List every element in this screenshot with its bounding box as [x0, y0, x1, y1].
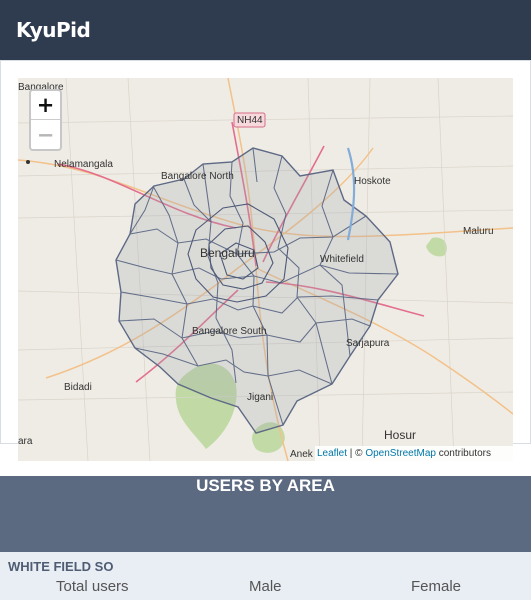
map-label-nelamangala: Nelamangala — [54, 159, 113, 170]
total-users-label: Total users — [56, 578, 129, 595]
app-title: KyuPid — [16, 18, 91, 42]
map-label-bidadi: Bidadi — [64, 382, 92, 393]
map-label-maluru: Maluru — [463, 226, 494, 237]
zoom-in-button[interactable]: + — [31, 91, 60, 120]
map-canvas[interactable]: Bangalore NH44 Nelamangala Hoskote Malur… — [18, 78, 513, 461]
area-map[interactable]: Bangalore NH44 Nelamangala Hoskote Malur… — [18, 78, 513, 461]
attribution-suffix: contributors — [435, 448, 491, 459]
female-label: Female — [411, 578, 462, 595]
male-label: Male — [249, 578, 282, 595]
area-stats-panel: WHITE FIELD SO Total users Male Female — [0, 552, 531, 600]
map-label-whitefield: Whitefield — [320, 254, 364, 265]
openstreetmap-link[interactable]: OpenStreetMap — [365, 448, 436, 459]
nh44-label: NH44 — [237, 115, 263, 126]
map-label-anek: Anek — [290, 449, 314, 460]
map-label-hoskote: Hoskote — [354, 176, 391, 187]
map-label-north: Bangalore North — [161, 171, 234, 182]
map-label-hosur: Hosur — [384, 428, 416, 442]
map-label-south: Bangalore South — [192, 326, 267, 337]
map-attribution: Leaflet | © OpenStreetMap contributors — [315, 446, 513, 461]
zoom-control: + − — [29, 89, 62, 151]
leaflet-link[interactable]: Leaflet — [317, 448, 347, 459]
attribution-separator: | © — [347, 448, 366, 459]
map-label-jigani: Jigani — [247, 392, 273, 403]
map-label-ara: ara — [18, 436, 33, 447]
users-by-area-header: USERS BY AREA — [0, 476, 531, 552]
map-label-sarjapura: Sarjapura — [346, 338, 390, 349]
top-header: KyuPid — [0, 0, 531, 60]
users-by-area-title: USERS BY AREA — [196, 476, 335, 495]
area-name: WHITE FIELD SO — [8, 559, 114, 574]
zoom-out-button[interactable]: − — [31, 121, 60, 150]
map-label-bengaluru: Bengaluru — [200, 246, 255, 260]
